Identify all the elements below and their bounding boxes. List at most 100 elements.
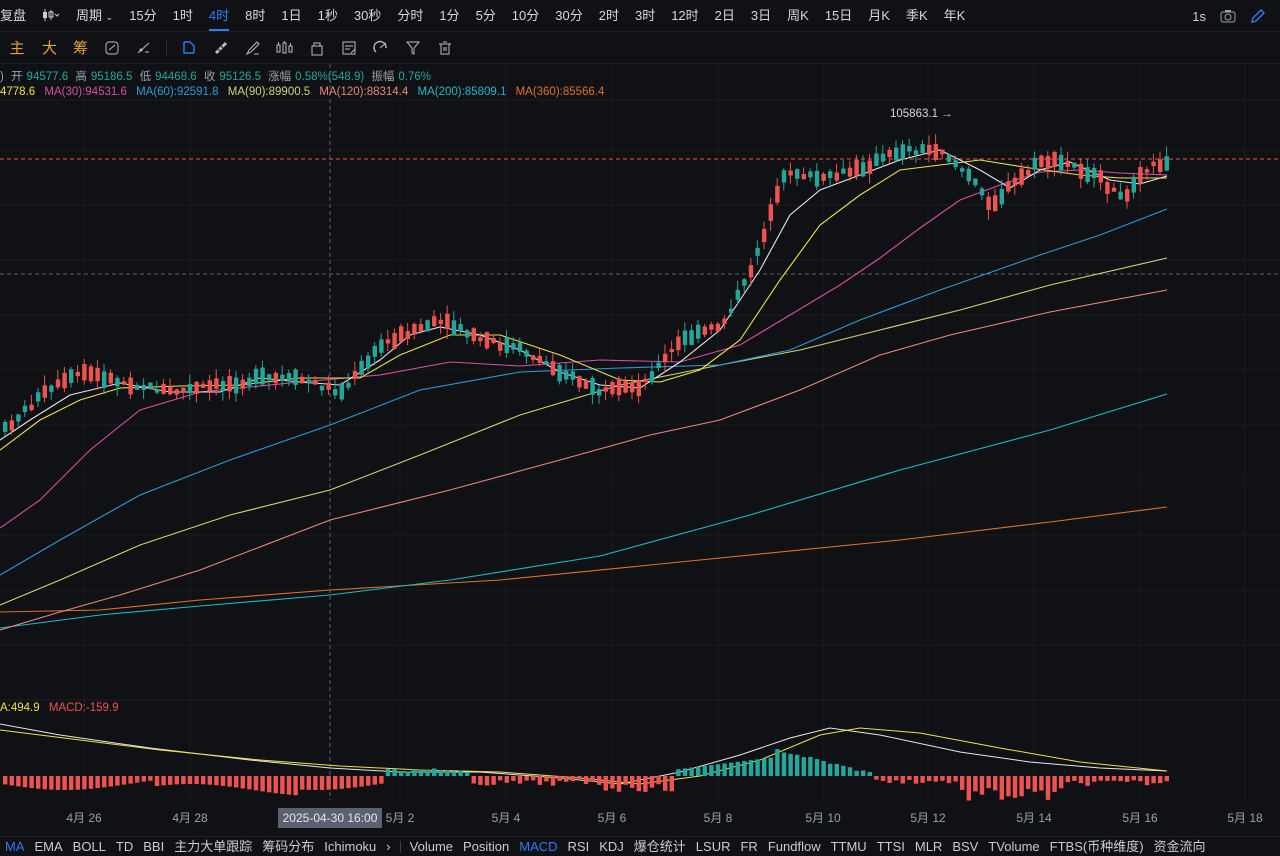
interval-tab[interactable]: 1时 [165, 0, 201, 32]
interval-tab[interactable]: 季K [898, 0, 936, 32]
candle-body [742, 279, 747, 286]
interval-tab[interactable]: 10分 [504, 0, 547, 32]
sub-indicator-tab[interactable]: TVolume [983, 837, 1044, 856]
sub-indicator-tab[interactable]: TTSI [872, 837, 910, 856]
candle-body [531, 355, 536, 360]
chart-canvas[interactable]: 105863.1 → 4月 26 4月 28 5月 2 5月 4 5月 6 5月 8 5月 1… [0, 64, 1280, 836]
hide-drawing-icon[interactable] [128, 32, 160, 64]
macd-histogram-bar [788, 753, 793, 776]
candle-body [36, 392, 41, 402]
candle-body [1151, 161, 1156, 167]
macd-histogram-bar [854, 770, 859, 776]
macd-histogram-bar [722, 763, 727, 776]
macd-histogram-bar [161, 776, 166, 786]
more-indicators-button[interactable]: › [381, 837, 395, 856]
sub-indicator-tab[interactable]: 爆仓统计 [629, 837, 691, 856]
cursor-select-icon[interactable] [173, 32, 205, 64]
interval-tab[interactable]: 月K [860, 0, 898, 32]
main-indicator-tab[interactable]: EMA [30, 837, 68, 856]
edit-pencil-icon[interactable] [1250, 8, 1266, 24]
interval-tab[interactable]: 15日 [817, 0, 860, 32]
sub-indicator-tab[interactable]: FTBS(币种维度) [1045, 837, 1149, 856]
interval-tab[interactable]: 2日 [707, 0, 743, 32]
replay-button[interactable]: 复盘 [0, 0, 34, 32]
macd-histogram-bar [676, 769, 681, 776]
interval-tab[interactable]: 8时 [237, 0, 273, 32]
candle-body [676, 336, 681, 351]
period-dropdown[interactable]: 周期 ⌄ [68, 0, 121, 32]
bars-pattern-icon[interactable] [269, 32, 301, 64]
sync-drawing-icon[interactable] [96, 32, 128, 64]
interval-tab[interactable]: 周K [779, 0, 817, 32]
interval-tab[interactable]: 4时 [201, 0, 237, 32]
macd-histogram-bar [29, 776, 34, 789]
interval-tab[interactable]: 3时 [627, 0, 663, 32]
candle-body [29, 404, 34, 411]
main-indicator-tab[interactable]: 主力大单跟踪 [169, 837, 257, 856]
interval-tab[interactable]: 30分 [547, 0, 590, 32]
interval-tab[interactable]: 12时 [663, 0, 706, 32]
interval-tab[interactable]: 2时 [591, 0, 627, 32]
candle-body [847, 167, 853, 177]
main-indicator-tab[interactable]: BOLL [68, 837, 111, 856]
main-indicator-tab[interactable]: BBI [138, 837, 169, 856]
camera-icon[interactable] [1220, 9, 1236, 23]
interval-tab[interactable]: 5分 [468, 0, 504, 32]
mode-chips[interactable]: 筹 [65, 37, 96, 58]
crosshair-time-label: 2025-04-30 16:00 [283, 811, 378, 825]
candle-body [544, 361, 549, 365]
brush-icon[interactable] [237, 32, 269, 64]
sub-indicator-tab[interactable]: KDJ [594, 837, 629, 856]
macd-histogram-bar [55, 776, 61, 790]
macd-histogram-bar [1019, 776, 1024, 797]
sub-indicator-tab[interactable]: 资金流向 [1149, 837, 1211, 856]
ruler-icon[interactable] [205, 32, 237, 64]
lock-icon[interactable] [301, 32, 333, 64]
sub-indicator-tab[interactable]: RSI [563, 837, 595, 856]
sub-indicator-tab[interactable]: MACD [514, 837, 562, 856]
main-indicator-tab[interactable]: 筹码分布 [257, 837, 319, 856]
sub-indicator-tab[interactable]: TTMU [826, 837, 872, 856]
sub-indicator-tab[interactable]: Volume [405, 837, 458, 856]
magnet-icon[interactable] [365, 32, 397, 64]
amplitude-label: 振幅 [371, 71, 395, 83]
candle-body [313, 380, 318, 385]
interval-tab[interactable]: 分时 [389, 0, 431, 32]
interval-tab[interactable]: 15分 [121, 0, 164, 32]
candle-body [524, 350, 529, 357]
template-icon[interactable] [333, 32, 365, 64]
filter-icon[interactable] [397, 32, 429, 64]
macd-histogram-bar [808, 756, 813, 776]
price-chart[interactable]: 105863.1 → 4月 26 4月 28 5月 2 5月 4 5月 6 5月 8 5月 1… [0, 64, 1280, 836]
candle-body [42, 385, 47, 398]
main-indicator-tab[interactable]: Ichimoku [319, 837, 381, 856]
sub-indicator-tab[interactable]: FR [735, 837, 762, 856]
interval-tab[interactable]: 年K [936, 0, 974, 32]
sub-indicator-tab[interactable]: Position [458, 837, 514, 856]
candle-body [649, 371, 655, 383]
candle-body [821, 173, 826, 181]
macd-histogram-bar [82, 776, 87, 790]
sub-indicator-tab[interactable]: LSUR [691, 837, 736, 856]
macd-histogram-bar [1144, 776, 1150, 786]
trash-icon[interactable] [429, 32, 461, 64]
live-interval-label[interactable]: 1s [1192, 9, 1206, 24]
mode-large[interactable]: 大 [34, 37, 65, 58]
interval-tab[interactable]: 1秒 [310, 0, 346, 32]
interval-tab[interactable]: 1分 [431, 0, 467, 32]
drawing-toolbar: 主 大 筹 [0, 32, 1280, 64]
candle-body [511, 343, 516, 350]
interval-tab[interactable]: 30秒 [346, 0, 389, 32]
interval-tab[interactable]: 3日 [743, 0, 779, 32]
chart-style-dropdown[interactable] [34, 0, 68, 32]
mode-main[interactable]: 主 [0, 37, 34, 58]
main-indicator-tab[interactable]: TD [111, 837, 138, 856]
candle-body [715, 323, 721, 332]
macd-histogram-bar [590, 776, 595, 782]
main-indicator-tab[interactable]: MA [0, 837, 30, 856]
sub-indicator-tab[interactable]: BSV [947, 837, 983, 856]
interval-tab[interactable]: 1日 [273, 0, 309, 32]
sub-indicator-tab[interactable]: Fundflow [763, 837, 826, 856]
macd-histogram-bar [227, 776, 232, 787]
sub-indicator-tab[interactable]: MLR [910, 837, 947, 856]
